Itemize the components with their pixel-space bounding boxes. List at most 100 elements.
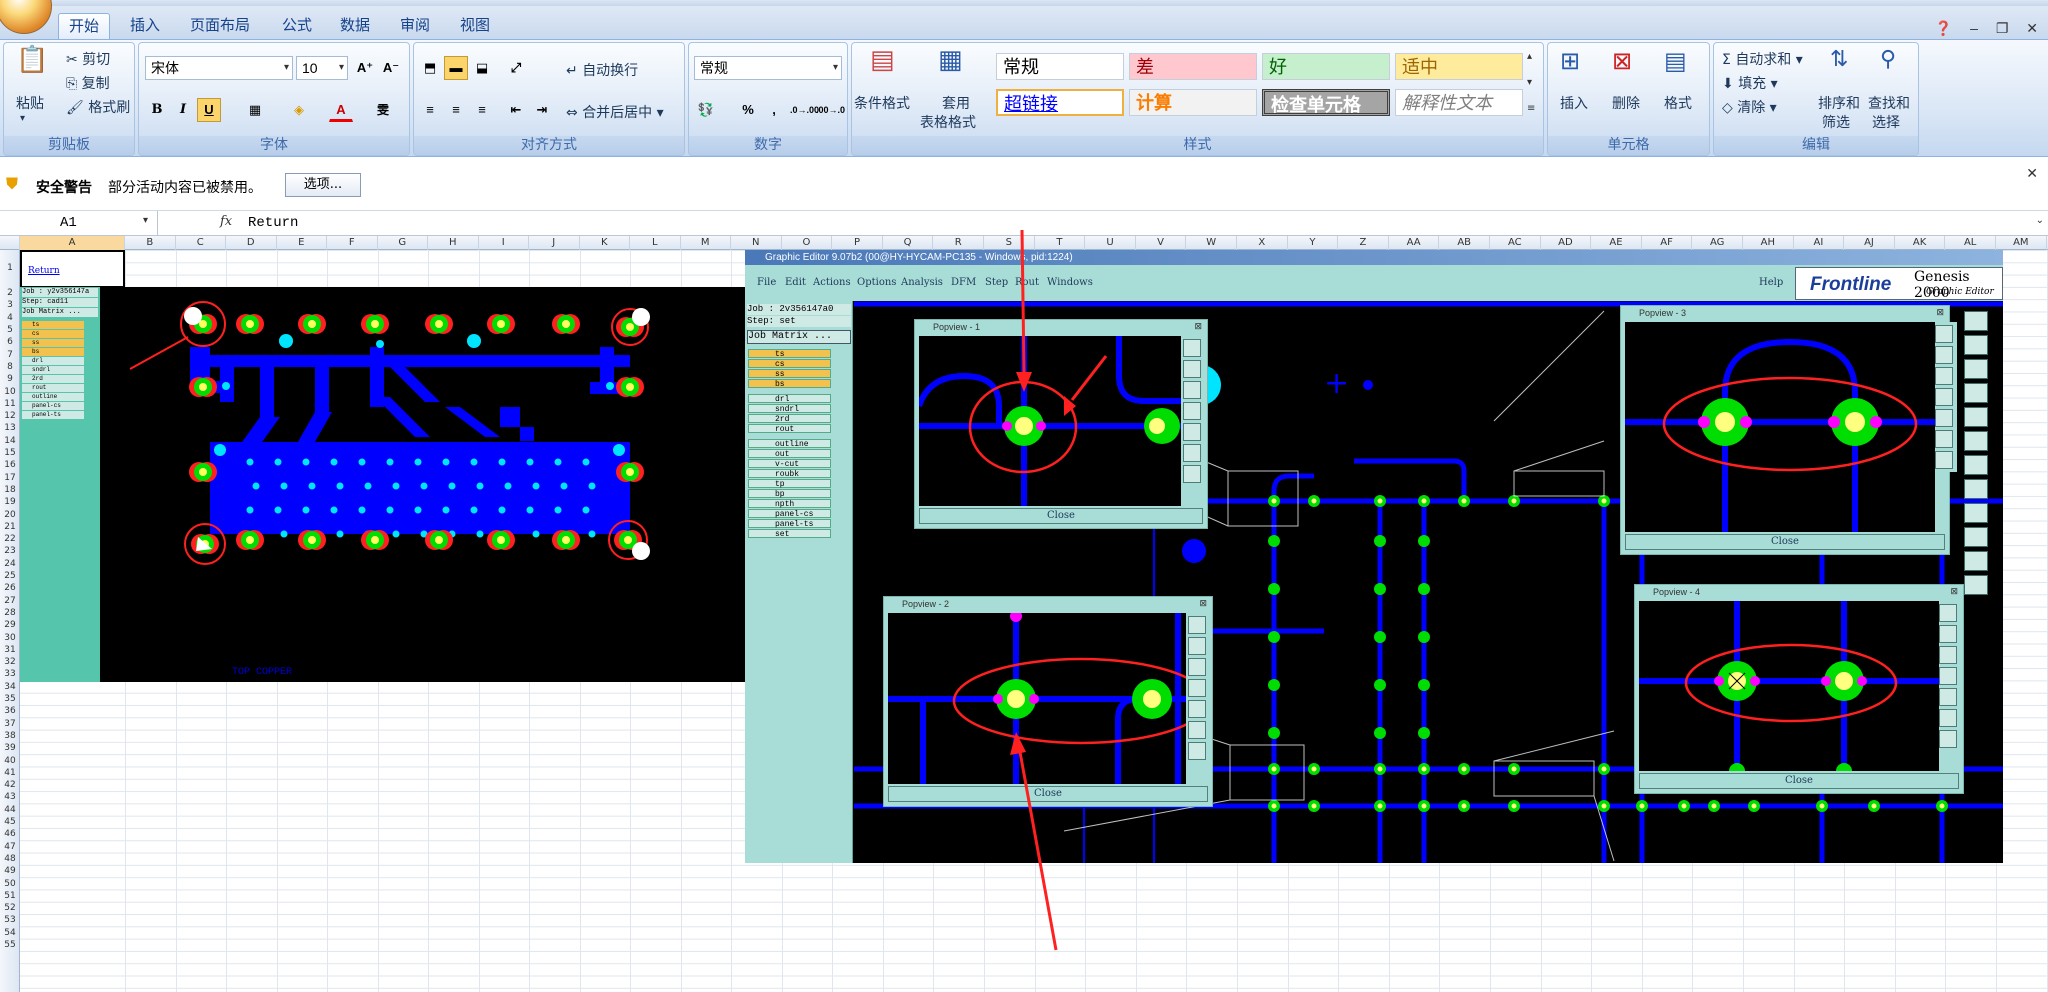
border-button[interactable]: ▦ xyxy=(243,98,267,122)
ge-layer-item[interactable]: out xyxy=(748,449,831,459)
align-left-button[interactable]: ≡ xyxy=(418,98,442,122)
name-box[interactable]: A1 xyxy=(0,211,158,235)
row-header[interactable]: 12 xyxy=(0,411,20,423)
style-explanatory[interactable]: 解释性文本 xyxy=(1395,89,1523,116)
increase-decimal-button[interactable]: .0→.00 xyxy=(789,98,819,122)
column-header[interactable]: AI xyxy=(1794,236,1845,250)
column-header[interactable]: S xyxy=(984,236,1035,250)
select-all-corner[interactable] xyxy=(0,236,20,250)
style-good[interactable]: 好 xyxy=(1262,53,1390,80)
table-format-button-line1[interactable]: 套用 xyxy=(942,93,970,113)
conditional-format-button[interactable]: 条件格式 xyxy=(854,93,910,113)
ge-layer-item[interactable]: cs xyxy=(748,359,831,369)
tab-insert[interactable]: 插入 xyxy=(120,13,170,39)
row-header[interactable]: 11 xyxy=(0,399,20,411)
insert-cells-icon[interactable]: ⊞ xyxy=(1560,47,1580,75)
column-header[interactable]: AD xyxy=(1541,236,1592,250)
row-header[interactable]: 32 xyxy=(0,657,20,669)
row-header[interactable]: 52 xyxy=(0,903,20,915)
ge-layer-item[interactable]: roubk xyxy=(748,469,831,479)
row-header[interactable]: 55 xyxy=(0,940,20,952)
left-layer-item[interactable]: bs xyxy=(22,348,84,356)
binoculars-icon[interactable]: ⚲ xyxy=(1880,47,1896,72)
ge-menu-options[interactable]: Options xyxy=(857,277,896,288)
column-header[interactable]: N xyxy=(731,236,782,250)
column-header[interactable]: AJ xyxy=(1844,236,1895,250)
row-header[interactable]: 40 xyxy=(0,756,20,768)
grow-font-button[interactable]: A⁺ xyxy=(353,56,377,80)
column-header[interactable]: L xyxy=(630,236,681,250)
ge-layer-item[interactable]: rout xyxy=(748,424,831,434)
name-box-dropdown-icon[interactable]: ▾ xyxy=(143,215,148,226)
column-header[interactable]: C xyxy=(176,236,226,250)
column-header[interactable]: W xyxy=(1186,236,1237,250)
row-header[interactable]: 28 xyxy=(0,608,20,620)
row-header[interactable]: 6 xyxy=(0,337,20,349)
column-header[interactable]: R xyxy=(933,236,984,250)
italic-button[interactable]: I xyxy=(171,98,195,122)
row-header[interactable]: 15 xyxy=(0,448,20,460)
styles-more-icon[interactable]: ≡ xyxy=(1527,103,1535,114)
styles-scroll-down-icon[interactable]: ▾ xyxy=(1527,77,1532,88)
ge-layer-item[interactable]: bp xyxy=(748,489,831,499)
column-header[interactable]: V xyxy=(1136,236,1187,250)
restore-icon[interactable]: ❐ xyxy=(1996,20,2009,36)
ge-layer-item[interactable]: outline xyxy=(748,439,831,449)
ge-layer-item[interactable]: bs xyxy=(748,379,831,389)
ge-menu-rout[interactable]: Rout xyxy=(1015,277,1039,288)
row-header[interactable]: 19 xyxy=(0,497,20,509)
format-painter-button[interactable]: 🖌 格式刷 xyxy=(66,97,130,117)
row-header[interactable]: 39 xyxy=(0,743,20,755)
table-format-icon[interactable]: ▦ xyxy=(938,45,963,75)
column-header[interactable]: H xyxy=(428,236,479,250)
shrink-font-button[interactable]: A⁻ xyxy=(379,56,403,80)
percent-button[interactable]: % xyxy=(736,98,760,122)
column-header[interactable]: J xyxy=(529,236,580,250)
style-hyperlink[interactable]: 超链接 xyxy=(996,89,1124,116)
formula-content[interactable]: Return xyxy=(248,215,298,231)
row-header[interactable]: 50 xyxy=(0,879,20,891)
row-header[interactable]: 3 xyxy=(0,300,20,312)
sort-filter-button-line2[interactable]: 筛选 xyxy=(1822,112,1850,132)
ge-layer-item[interactable]: ss xyxy=(748,369,831,379)
row-header[interactable]: 27 xyxy=(0,596,20,608)
column-header[interactable]: A xyxy=(20,236,125,250)
currency-button[interactable]: 💱 xyxy=(694,98,718,122)
ge-menu-step[interactable]: Step xyxy=(985,277,1008,288)
style-normal[interactable]: 常规 xyxy=(996,53,1124,80)
column-header[interactable]: AK xyxy=(1895,236,1946,250)
popview-2-close-icon[interactable]: ⊠ xyxy=(1199,598,1207,609)
row-header[interactable]: 47 xyxy=(0,842,20,854)
row-header[interactable]: 48 xyxy=(0,854,20,866)
ge-tool-button[interactable] xyxy=(1964,383,1988,403)
left-layer-item[interactable]: 2rd xyxy=(22,375,84,383)
column-header[interactable]: T xyxy=(1035,236,1086,250)
ge-layer-item[interactable]: sndrl xyxy=(748,404,831,414)
column-header[interactable]: G xyxy=(378,236,428,250)
row-header[interactable]: 18 xyxy=(0,485,20,497)
autosum-button[interactable]: Σ 自动求和 ▾ xyxy=(1722,49,1803,69)
bold-button[interactable]: B xyxy=(145,98,169,122)
row-header[interactable]: 53 xyxy=(0,915,20,927)
column-header[interactable]: U xyxy=(1085,236,1136,250)
font-name-select[interactable]: 宋体 xyxy=(145,56,293,80)
insert-cells-button[interactable]: 插入 xyxy=(1560,93,1588,113)
font-color-button[interactable]: A xyxy=(329,98,353,122)
paste-button[interactable]: 粘贴 xyxy=(16,93,44,113)
help-icon[interactable]: ❓ xyxy=(1935,20,1952,36)
decrease-indent-button[interactable]: ⇤ xyxy=(504,98,528,122)
row-header[interactable]: 25 xyxy=(0,571,20,583)
column-header[interactable]: M xyxy=(681,236,731,250)
return-link[interactable]: Return xyxy=(28,266,60,276)
ge-menu-dfm[interactable]: DFM xyxy=(951,277,976,288)
increase-indent-button[interactable]: ⇥ xyxy=(530,98,554,122)
row-header[interactable]: 10 xyxy=(0,387,20,399)
ge-matrix-button[interactable]: Job Matrix ... xyxy=(747,330,851,344)
popview-1-close-icon[interactable]: ⊠ xyxy=(1194,321,1202,332)
column-header[interactable]: K xyxy=(580,236,630,250)
popview-3-toolbar[interactable] xyxy=(1935,322,1957,472)
ge-menu-help[interactable]: Help xyxy=(1759,277,1783,288)
expand-formula-icon[interactable]: ⌄ xyxy=(2036,215,2044,226)
left-layer-item[interactable]: drl xyxy=(22,357,84,365)
conditional-format-icon[interactable]: ▤ xyxy=(870,45,895,75)
